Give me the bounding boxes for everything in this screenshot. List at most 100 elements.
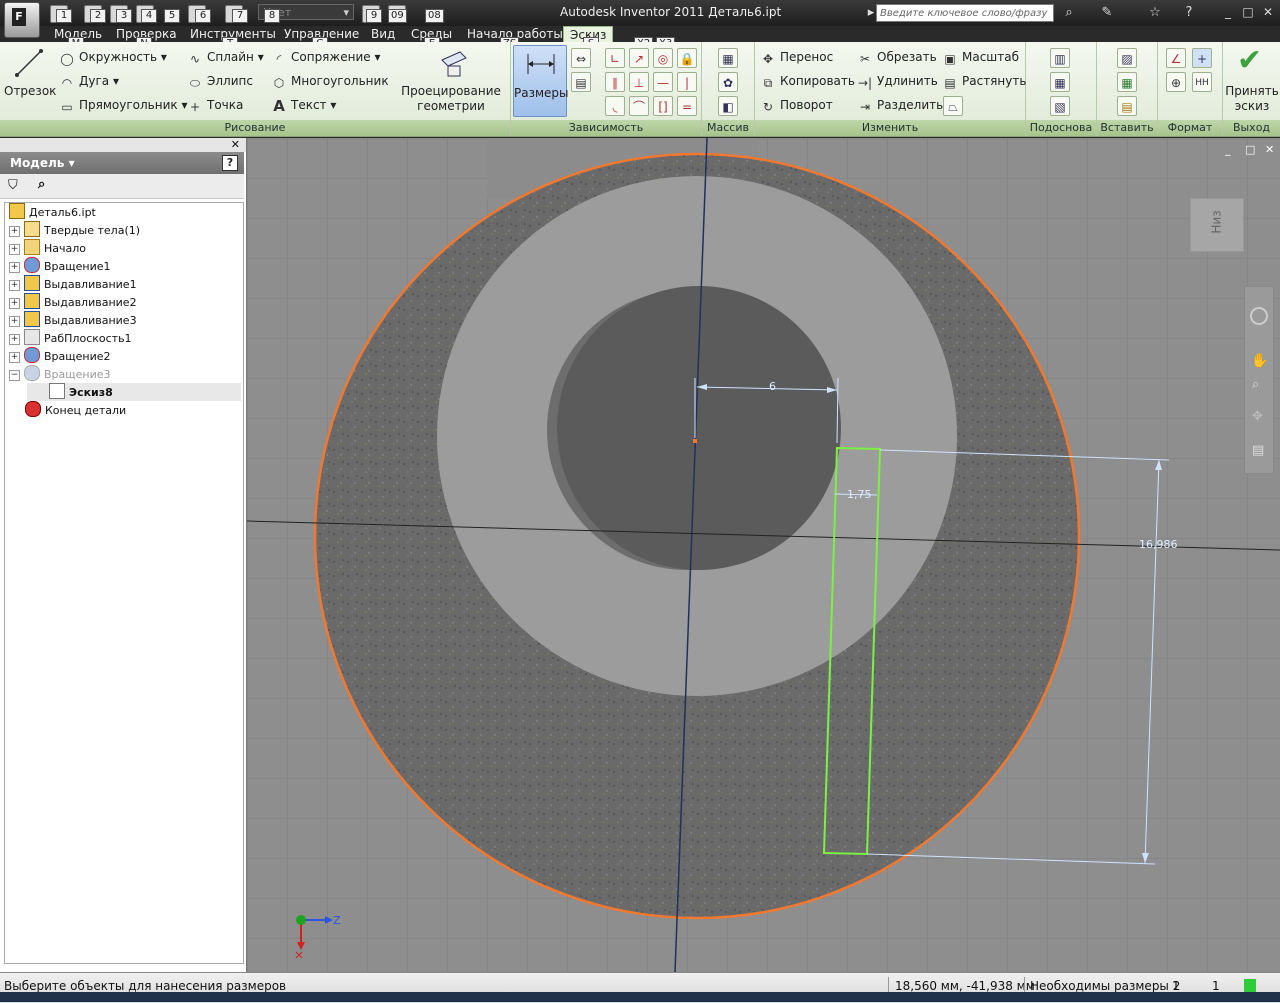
- maximize-icon[interactable]: □: [1238, 3, 1258, 21]
- tangent-icon[interactable]: ◟: [605, 96, 625, 116]
- expand-icon[interactable]: +: [9, 280, 20, 291]
- horizontal-icon[interactable]: —: [653, 72, 673, 92]
- browser-title-dropdown[interactable]: Модель ▾ ?: [0, 152, 244, 174]
- tree-node-origin[interactable]: + Начало: [9, 239, 86, 257]
- panel-exit-title[interactable]: Выход: [1223, 120, 1280, 136]
- expand-icon[interactable]: +: [9, 298, 20, 309]
- rectangle-button[interactable]: ▭ Прямоугольник ▾: [60, 95, 187, 115]
- tree-node-workplane1[interactable]: + РабПлоскость1: [9, 329, 132, 347]
- centerline-icon[interactable]: +: [1192, 48, 1212, 68]
- create-block-icon[interactable]: ▧: [1050, 96, 1070, 116]
- driven-dimension-icon[interactable]: HH: [1192, 72, 1212, 92]
- zoom-icon[interactable]: ⌕: [1252, 377, 1259, 392]
- make-part-icon[interactable]: ▥: [1050, 48, 1070, 68]
- concentric-icon[interactable]: ◎: [653, 48, 673, 68]
- project-geometry-button[interactable]: Проецирование геометрии: [398, 84, 504, 114]
- expand-icon[interactable]: +: [9, 352, 20, 363]
- close-icon[interactable]: ✕: [1258, 3, 1278, 21]
- point-button[interactable]: + Точка: [188, 95, 243, 115]
- construction-icon[interactable]: ∠: [1166, 48, 1186, 68]
- application-menu-button[interactable]: F: [4, 2, 40, 38]
- viewport-minimize-icon[interactable]: _: [1225, 143, 1231, 156]
- fix-icon[interactable]: 🔒: [677, 48, 697, 68]
- smooth-icon[interactable]: ⌒: [629, 96, 649, 116]
- acad-file-icon[interactable]: ▤: [1117, 96, 1137, 116]
- close-icon[interactable]: ✕: [231, 138, 240, 152]
- circular-pattern-icon[interactable]: ✿: [718, 72, 738, 92]
- tree-node-sketch8[interactable]: Эскиз8: [27, 383, 241, 401]
- show-constraints-icon[interactable]: ▤: [571, 72, 591, 92]
- stretch-button[interactable]: ▤ Растянуть: [943, 71, 1026, 91]
- split-button[interactable]: ⇥ Разделить: [858, 95, 943, 115]
- viewport-close-icon[interactable]: ✕: [1265, 143, 1274, 156]
- finish-sketch-button[interactable]: Принять эскиз: [1225, 84, 1279, 114]
- expand-icon[interactable]: +: [9, 316, 20, 327]
- panel-pattern-title[interactable]: Массив: [702, 120, 754, 136]
- dimension-175-value[interactable]: 1,75: [847, 488, 872, 501]
- vertical-icon[interactable]: |: [677, 72, 697, 92]
- rotate-button[interactable]: ↻ Поворот: [761, 95, 833, 115]
- equal-icon[interactable]: =: [677, 96, 697, 116]
- look-at-icon[interactable]: ▤: [1252, 443, 1264, 458]
- viewcube[interactable]: Низ: [1190, 198, 1244, 252]
- search-input[interactable]: Введите ключевое слово/фразу: [876, 4, 1054, 22]
- panel-layout-title[interactable]: Подоснова: [1026, 120, 1096, 136]
- tree-node-extrude1[interactable]: + Выдавливание1: [9, 275, 137, 293]
- expand-icon[interactable]: +: [9, 262, 20, 273]
- auto-dimension-icon[interactable]: ⇔: [571, 48, 591, 68]
- coincident-icon[interactable]: ∟: [605, 48, 625, 68]
- parallel-icon[interactable]: ∥: [605, 72, 625, 92]
- spline-button[interactable]: ∿ Сплайн ▾: [188, 47, 264, 67]
- tree-node-part[interactable]: Деталь6.ipt: [9, 203, 96, 221]
- move-button[interactable]: ✥ Перенос: [761, 47, 833, 67]
- filter-icon[interactable]: ⛉: [8, 178, 18, 193]
- steering-wheel-icon[interactable]: [1250, 307, 1268, 325]
- tree-node-revolve1[interactable]: + Вращение1: [9, 257, 111, 275]
- panel-format-title[interactable]: Формат: [1158, 120, 1222, 136]
- tree-node-solid-bodies[interactable]: + Твердые тела(1): [9, 221, 140, 239]
- viewport-canvas[interactable]: [247, 138, 1280, 972]
- mirror-icon[interactable]: ◧: [718, 96, 738, 116]
- tree-node-extrude2[interactable]: + Выдавливание2: [9, 293, 137, 311]
- offset-icon[interactable]: ⏢: [943, 96, 963, 116]
- text-button[interactable]: A Текст ▾: [272, 95, 336, 115]
- collapse-icon[interactable]: −: [9, 370, 20, 381]
- line-button[interactable]: Отрезок: [4, 84, 56, 99]
- expand-icon[interactable]: +: [9, 334, 20, 345]
- fillet-button[interactable]: ◜ Сопряжение ▾: [272, 47, 381, 67]
- graphics-viewport[interactable]: 6 1,75 16,986 Z Низ ✋ ⌕ ✥ ▤ _ □ ✕: [247, 138, 1280, 972]
- panel-insert-title[interactable]: Вставить: [1097, 120, 1157, 136]
- dimension-16986-value[interactable]: 16,986: [1139, 538, 1178, 551]
- expand-icon[interactable]: +: [9, 226, 20, 237]
- trim-button[interactable]: ✂ Обрезать: [858, 47, 937, 67]
- find-icon[interactable]: ⌕: [38, 177, 45, 192]
- perpendicular-icon[interactable]: ⊥: [629, 72, 649, 92]
- expand-icon[interactable]: +: [9, 244, 20, 255]
- pan-icon[interactable]: ✋: [1251, 353, 1268, 369]
- minimize-icon[interactable]: _: [1218, 3, 1238, 21]
- orbit-icon[interactable]: ✥: [1252, 409, 1263, 424]
- tree-node-extrude3[interactable]: + Выдавливание3: [9, 311, 137, 329]
- tree-node-revolve2[interactable]: + Вращение2: [9, 347, 111, 365]
- panel-constrain-title[interactable]: Зависимость: [511, 120, 701, 136]
- copy-button[interactable]: ⧉ Копировать: [761, 71, 855, 91]
- scale-button[interactable]: ▣ Масштаб: [943, 47, 1019, 67]
- polygon-button[interactable]: ⬡ Многоугольник: [272, 71, 389, 91]
- viewport-restore-icon[interactable]: □: [1245, 143, 1255, 156]
- ellipse-button[interactable]: ⬭ Эллипс: [188, 71, 253, 91]
- tree-node-end-of-part[interactable]: Конец детали: [25, 401, 126, 419]
- help-icon[interactable]: ?: [222, 155, 238, 171]
- binoculars-icon[interactable]: ⌕: [1060, 4, 1078, 22]
- wrench-icon[interactable]: ✎: [1098, 4, 1116, 22]
- panel-draw-title[interactable]: Рисование: [0, 120, 510, 136]
- help-icon[interactable]: ?: [1180, 4, 1198, 22]
- center-point-icon[interactable]: ⊕: [1166, 72, 1186, 92]
- rectangular-pattern-icon[interactable]: ▦: [718, 48, 738, 68]
- star-icon[interactable]: ☆: [1146, 4, 1164, 22]
- arc-button[interactable]: ◠ Дуга ▾: [60, 71, 119, 91]
- dimension-6-value[interactable]: 6: [769, 380, 776, 393]
- tab-view[interactable]: Вид: [371, 26, 395, 42]
- dimension-button[interactable]: Размеры: [513, 45, 569, 117]
- extend-button[interactable]: →| Удлинить: [858, 71, 938, 91]
- collinear-icon[interactable]: ↗: [629, 48, 649, 68]
